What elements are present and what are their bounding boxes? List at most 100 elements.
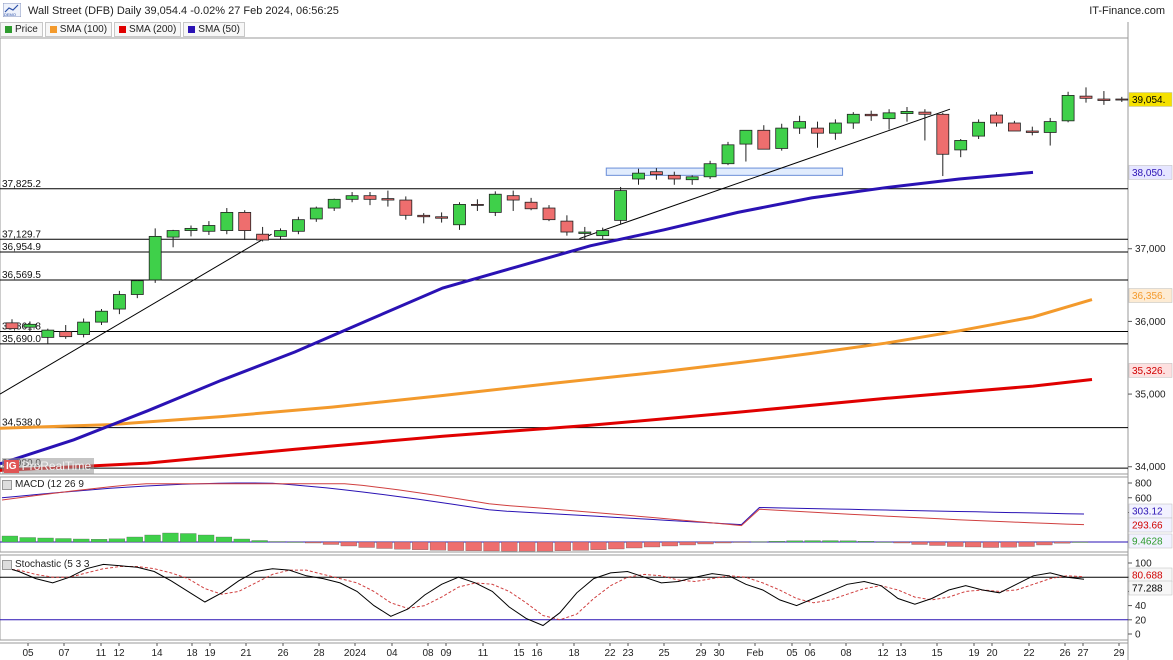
price-tag-label: 36,356. <box>1132 291 1165 302</box>
candle-body <box>238 211 252 231</box>
candle-body <box>5 322 19 330</box>
x-tick-label: 2024 <box>344 648 367 659</box>
candle-body <box>846 113 860 124</box>
candle-body <box>990 114 1003 124</box>
x-tick-label: 05 <box>22 648 34 659</box>
macd-histogram-bar <box>108 538 126 543</box>
macd-histogram-bar <box>1054 541 1071 544</box>
candle-body <box>363 195 377 200</box>
level-label: 37,129.7 <box>2 229 41 240</box>
level-label: 35,690.0 <box>2 334 41 345</box>
x-tick-label: 29 <box>1113 648 1125 659</box>
candle-body <box>1115 98 1129 101</box>
legend-item-sma100[interactable]: SMA (100) <box>44 22 113 37</box>
x-tick-label: 25 <box>658 648 670 659</box>
macd-histogram-bar <box>55 538 72 543</box>
macd-histogram-bar <box>679 541 696 546</box>
macd-histogram-bar <box>429 541 447 551</box>
macd-histogram-bar <box>626 541 643 549</box>
sma50-swatch-icon <box>188 26 196 33</box>
candle-body <box>829 122 842 134</box>
watermark-text: ProRealTime <box>21 459 92 473</box>
candle-body <box>1061 95 1075 122</box>
candle-body <box>882 112 896 120</box>
candle-body <box>453 204 466 226</box>
candle-body <box>113 294 126 310</box>
legend-label: Price <box>15 24 38 35</box>
candle-body <box>95 310 108 323</box>
x-tick-label: 11 <box>96 648 107 659</box>
macd-histogram-bar <box>447 541 464 551</box>
x-tick-label: 20 <box>986 648 998 659</box>
candle-body <box>1043 121 1057 133</box>
x-tick-label: 27 <box>1077 648 1089 659</box>
macd-tag-label: 9.4628 <box>1132 537 1163 548</box>
candle-body <box>148 235 162 281</box>
macd-histogram-bar <box>768 541 785 543</box>
stochastic-label: Stochastic (5 3 3 <box>15 559 90 570</box>
macd-histogram-bar <box>287 541 304 543</box>
candle-body <box>23 323 37 328</box>
candle-body <box>1025 130 1039 133</box>
main-pane <box>0 37 1129 475</box>
macd-histogram-bar <box>947 541 964 547</box>
candle-body <box>775 127 789 149</box>
macd-histogram-bar <box>394 541 411 550</box>
indicator-icon <box>2 559 12 570</box>
chart-window: 37,000 36,000 35,000 34,000 37,825.2 37,129.7… <box>0 0 1173 660</box>
x-tick-label: 09 <box>440 648 452 659</box>
price-swatch-icon <box>5 26 12 33</box>
legend-item-sma50[interactable]: SMA (50) <box>183 22 245 37</box>
candle-body <box>291 219 305 232</box>
candle-body <box>59 331 73 338</box>
macd-histogram-bar <box>483 541 500 552</box>
macd-histogram-bar <box>144 534 161 543</box>
macd-histogram-bar <box>643 541 661 548</box>
candle-body <box>936 113 950 155</box>
x-tick-label: 14 <box>151 648 163 659</box>
candle-body <box>596 230 610 237</box>
level-label: 36,954.9 <box>2 242 41 253</box>
macd-histogram-bar <box>91 539 108 543</box>
candle-body <box>435 216 449 219</box>
x-tick-label: 16 <box>531 648 543 659</box>
stoch-tick-label: 40 <box>1135 601 1147 612</box>
legend-label: SMA (100) <box>59 24 108 35</box>
price-chart[interactable]: 37,000 36,000 35,000 34,000 37,825.2 37,129.7… <box>0 0 1173 660</box>
candle-body <box>918 111 932 115</box>
macd-histogram-bar <box>875 541 892 543</box>
x-tick-label: 28 <box>313 648 325 659</box>
candle-body <box>399 199 413 216</box>
macd-histogram-bar <box>608 541 625 550</box>
candle-body <box>703 163 717 178</box>
macd-histogram-bar <box>1072 541 1089 543</box>
stochastic-pane <box>0 554 1129 641</box>
ig-logo: IG <box>4 459 19 473</box>
legend-item-price[interactable]: Price <box>0 22 43 37</box>
candle-body <box>685 176 699 181</box>
site-name: IT-Finance.com <box>1089 5 1165 17</box>
x-tick-label: 08 <box>840 648 852 659</box>
y-tick-label: 35,000 <box>1135 390 1166 401</box>
candle-body <box>542 207 556 221</box>
indicator-icon <box>2 479 12 490</box>
stoch-tag-label: 77.288 <box>1132 584 1163 595</box>
x-tick-label: 11 <box>478 648 489 659</box>
x-tick-label: 30 <box>713 648 725 659</box>
price-tag-label: 38,050. <box>1132 168 1165 179</box>
macd-pane-label[interactable]: MACD (12 26 9 <box>2 479 84 490</box>
x-tick-label: Feb <box>746 648 764 659</box>
candle-body <box>327 198 341 209</box>
macd-tick-label: 600 <box>1135 493 1152 504</box>
legend-item-sma200[interactable]: SMA (200) <box>114 22 182 37</box>
candle-body <box>470 204 484 206</box>
sma200-swatch-icon <box>119 26 127 33</box>
macd-histogram-bar <box>180 533 197 543</box>
y-tick-label: 37,000 <box>1135 244 1166 255</box>
macd-histogram-bar <box>804 540 821 543</box>
macd-histogram-bar <box>37 537 54 543</box>
x-tick-label: 21 <box>240 648 252 659</box>
x-tick-label: 05 <box>786 648 798 659</box>
stochastic-pane-label[interactable]: Stochastic (5 3 3 <box>2 559 89 570</box>
macd-histogram-bar <box>554 541 571 551</box>
